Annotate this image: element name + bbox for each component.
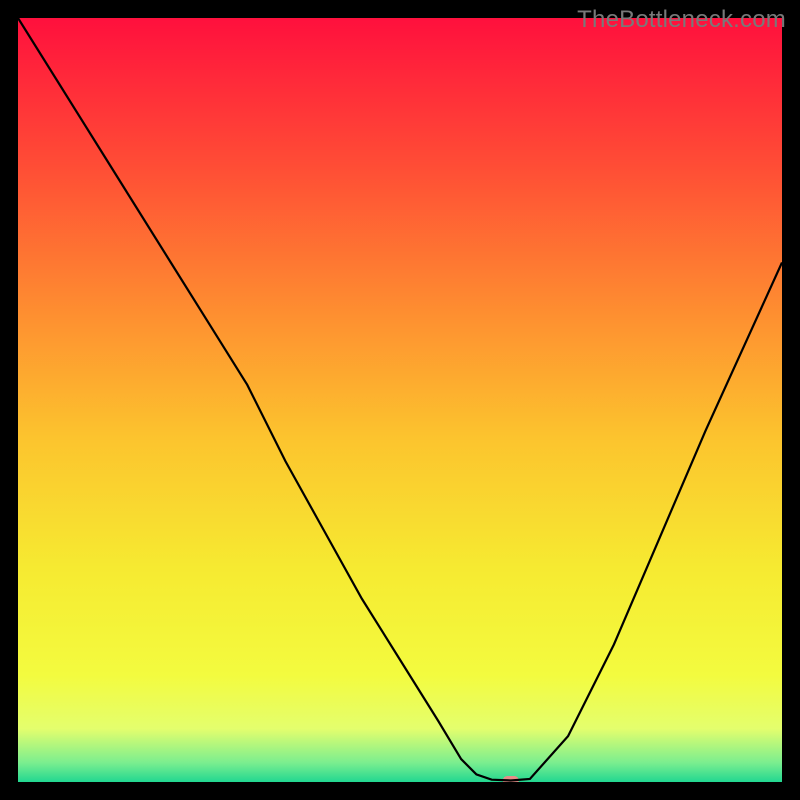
plot-area	[18, 18, 782, 782]
gradient-background	[18, 18, 782, 782]
chart-frame: TheBottleneck.com	[0, 0, 800, 800]
watermark-text: TheBottleneck.com	[577, 6, 786, 34]
chart-svg	[18, 18, 782, 782]
